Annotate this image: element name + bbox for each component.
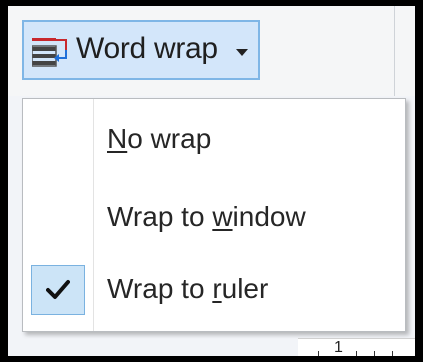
menu-item-label: Wrap to ruler — [107, 273, 269, 304]
word-wrap-label: Word wrap — [76, 32, 218, 65]
ruler-number: 1 — [334, 339, 343, 356]
menu-item-no-wrap[interactable]: No wrap — [23, 109, 405, 169]
caret-down-icon — [236, 49, 248, 56]
wordpad-window: Word wrap No wrap Wrap to window Wrap to… — [8, 6, 415, 356]
word-wrap-menu: No wrap Wrap to window Wrap to ruler — [22, 98, 406, 332]
ruler: 1 — [298, 338, 415, 356]
ruler-tick — [356, 351, 357, 356]
word-wrap-icon — [32, 38, 67, 67]
checkmark-icon — [46, 280, 70, 299]
ruler-tick — [392, 351, 393, 356]
menu-item-label: Wrap to window — [107, 201, 306, 232]
ribbon-divider — [394, 6, 395, 96]
menu-item-label: No wrap — [107, 123, 212, 154]
ruler-tick — [318, 351, 319, 356]
checkmark-indicator — [31, 265, 85, 315]
menu-item-wrap-to-window[interactable]: Wrap to window — [23, 187, 405, 247]
menu-item-wrap-to-ruler[interactable]: Wrap to ruler — [23, 259, 405, 319]
ruler-tick — [374, 351, 375, 356]
word-wrap-button[interactable]: Word wrap — [22, 20, 260, 80]
